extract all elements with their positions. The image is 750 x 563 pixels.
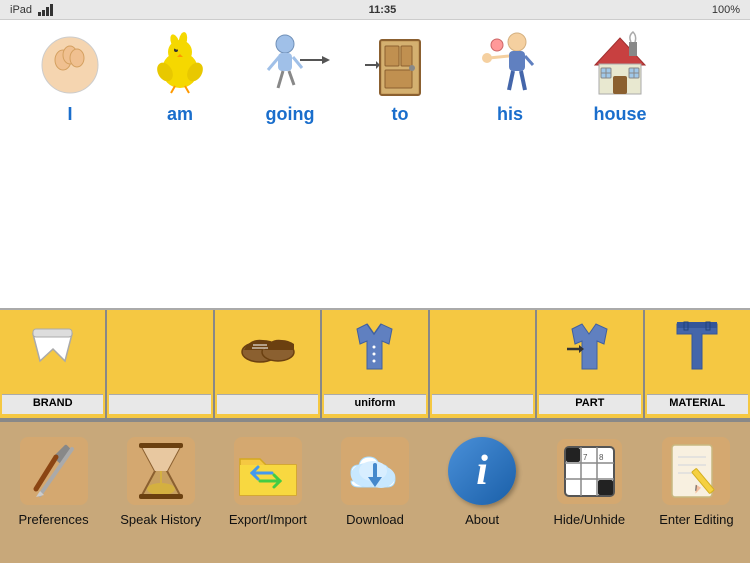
export-import-label: Export/Import bbox=[229, 512, 307, 527]
preferences-icon bbox=[19, 436, 89, 506]
word-icon-house bbox=[580, 30, 660, 100]
word-card-going[interactable]: going bbox=[240, 30, 340, 125]
hide-unhide-label: Hide/Unhide bbox=[554, 512, 626, 527]
signal-icon bbox=[38, 4, 53, 16]
word-label-house: house bbox=[593, 104, 646, 125]
svg-text:8: 8 bbox=[599, 453, 604, 462]
word-label-going: going bbox=[266, 104, 315, 125]
cat-icon-uniform bbox=[324, 314, 425, 379]
cat-label-brand: BRAND bbox=[2, 394, 103, 414]
word-card-to[interactable]: to bbox=[350, 30, 450, 125]
about-label: About bbox=[465, 512, 499, 527]
cat-label-uniform: uniform bbox=[324, 394, 425, 414]
word-card-his[interactable]: his bbox=[460, 30, 560, 125]
speak-history-icon bbox=[126, 436, 196, 506]
ipad-label: iPad bbox=[10, 4, 32, 16]
cat-cell-empty2[interactable] bbox=[430, 310, 537, 418]
word-label-am: am bbox=[167, 104, 193, 125]
cat-cell-shoes[interactable] bbox=[215, 310, 322, 418]
enter-editing-icon bbox=[661, 436, 731, 506]
info-circle: i bbox=[448, 437, 516, 505]
category-grid: BRAND bbox=[0, 310, 750, 420]
about-icon: i bbox=[447, 436, 517, 506]
word-icon-to bbox=[360, 30, 440, 100]
word-card-I[interactable]: I bbox=[20, 30, 120, 125]
cat-cell-brand[interactable]: BRAND bbox=[0, 310, 107, 418]
cat-label-part: PART bbox=[539, 394, 640, 414]
download-label: Download bbox=[346, 512, 404, 527]
word-card-house[interactable]: house bbox=[570, 30, 670, 125]
cat-label-empty2 bbox=[432, 394, 533, 414]
word-label-I: I bbox=[67, 104, 72, 125]
cat-label-material: MATERIAL bbox=[647, 394, 748, 414]
cat-label-empty1 bbox=[109, 394, 210, 414]
speak-history-label: Speak History bbox=[120, 512, 201, 527]
enter-editing-label: Enter Editing bbox=[659, 512, 733, 527]
cat-icon-material bbox=[647, 314, 748, 379]
word-icon-his bbox=[470, 30, 550, 100]
cat-icon-shoes bbox=[217, 314, 318, 379]
word-icon-am bbox=[140, 30, 220, 100]
cat-icon-empty2 bbox=[432, 314, 533, 379]
export-import-button[interactable]: Export/Import bbox=[214, 430, 321, 527]
bottom-toolbar: Preferences Speak History bbox=[0, 420, 750, 563]
cat-icon-empty1 bbox=[109, 314, 210, 379]
hide-unhide-button[interactable]: 7 8 Hide/Unhide bbox=[536, 430, 643, 527]
status-bar: iPad 11:35 100% bbox=[0, 0, 750, 20]
preferences-button[interactable]: Preferences bbox=[0, 430, 107, 527]
battery-label: 100% bbox=[712, 4, 740, 16]
speak-history-button[interactable]: Speak History bbox=[107, 430, 214, 527]
word-label-his: his bbox=[497, 104, 523, 125]
cat-icon-brand bbox=[2, 314, 103, 379]
export-import-icon bbox=[233, 436, 303, 506]
word-card-am[interactable]: am bbox=[130, 30, 230, 125]
status-left: iPad bbox=[10, 4, 53, 16]
word-label-to: to bbox=[392, 104, 409, 125]
cat-cell-uniform[interactable]: uniform bbox=[322, 310, 429, 418]
cat-icon-part bbox=[539, 314, 640, 379]
sentence-area: I am bbox=[0, 20, 750, 310]
svg-text:7: 7 bbox=[583, 453, 588, 462]
cat-cell-empty1[interactable] bbox=[107, 310, 214, 418]
word-icon-I bbox=[30, 30, 110, 100]
word-icon-going bbox=[250, 30, 330, 100]
download-button[interactable]: Download bbox=[321, 430, 428, 527]
preferences-label: Preferences bbox=[19, 512, 89, 527]
download-icon bbox=[340, 436, 410, 506]
about-button[interactable]: i About bbox=[429, 430, 536, 527]
hide-unhide-icon: 7 8 bbox=[554, 436, 624, 506]
enter-editing-button[interactable]: Enter Editing bbox=[643, 430, 750, 527]
cat-cell-material[interactable]: MATERIAL bbox=[645, 310, 750, 418]
status-time: 11:35 bbox=[369, 4, 397, 16]
cat-label-shoes bbox=[217, 394, 318, 414]
cat-cell-part[interactable]: PART bbox=[537, 310, 644, 418]
